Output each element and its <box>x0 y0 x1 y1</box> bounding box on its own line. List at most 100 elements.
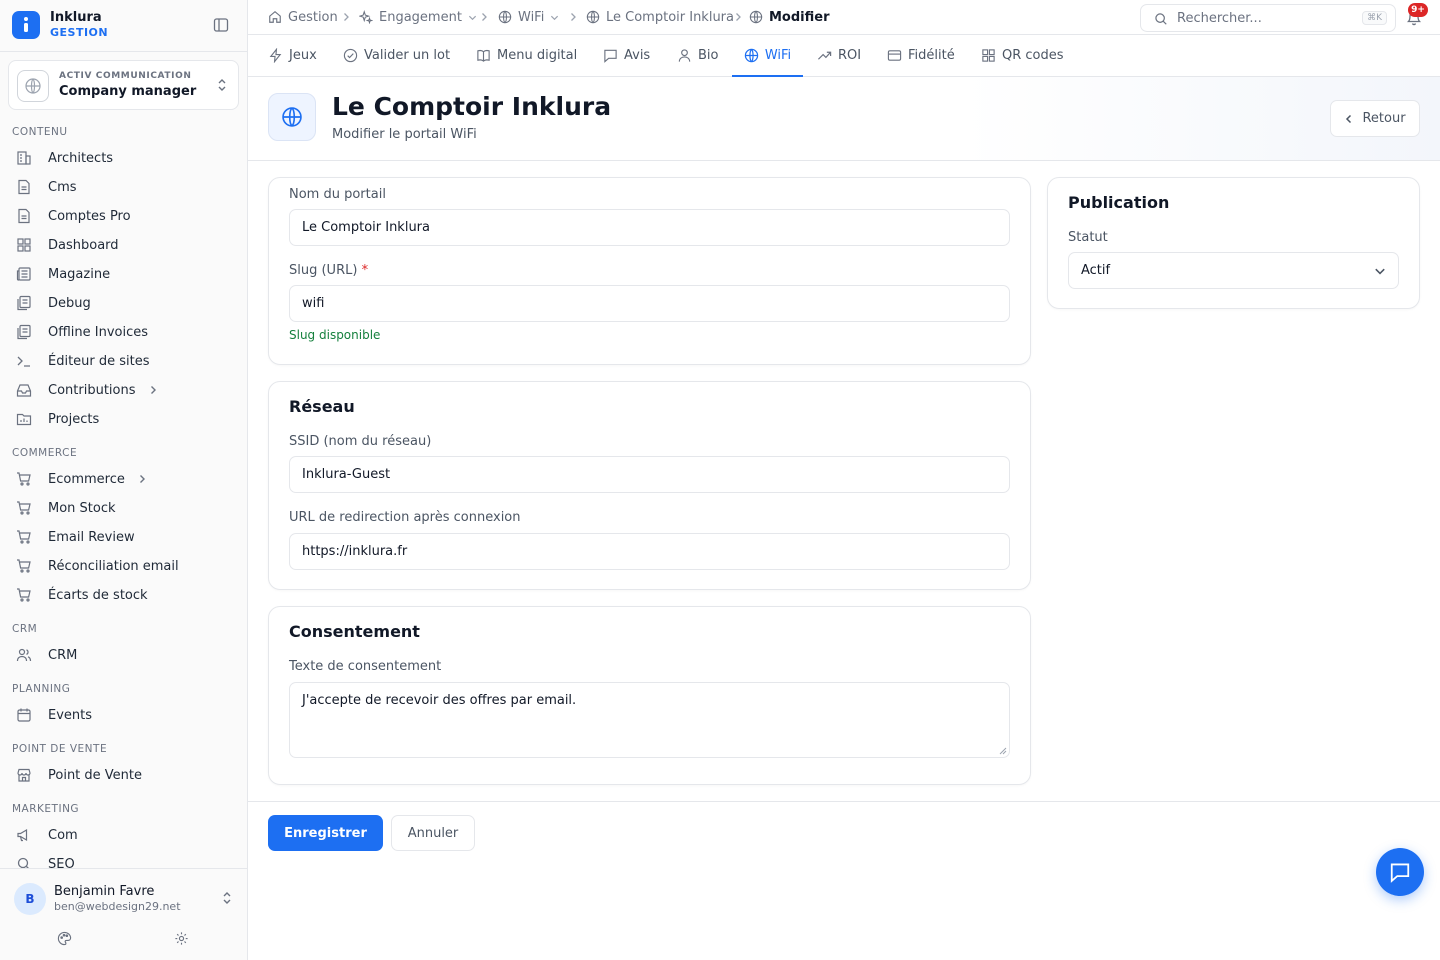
search-input[interactable]: Rechercher... ⌘K <box>1140 4 1396 32</box>
cart-icon <box>17 472 31 486</box>
globe-icon <box>268 93 316 141</box>
chat-button[interactable] <box>1376 848 1424 896</box>
sidebar-item-reconciliation-email[interactable]: Réconciliation email <box>8 553 239 579</box>
tab-wifi[interactable]: WiFi <box>732 35 803 77</box>
nav-section-crm: CRM <box>12 623 38 635</box>
sidebar-item-label: Email Review <box>48 529 135 545</box>
sidebar-item-cms[interactable]: Cms <box>8 174 239 200</box>
home-icon <box>269 11 281 23</box>
breadcrumb-label: Le Comptoir Inklura <box>606 9 734 25</box>
sidebar-item-contributions[interactable]: Contributions <box>8 377 239 403</box>
chevron-right-icon <box>344 13 349 21</box>
sidebar-item-ecarts-de-stock[interactable]: Écarts de stock <box>8 582 239 608</box>
breadcrumb-gestion[interactable]: Gestion <box>268 0 338 34</box>
chevron-right-icon <box>139 475 145 483</box>
search-icon <box>1155 13 1167 25</box>
notification-badge: 9+ <box>1408 3 1428 17</box>
user-name: Benjamin Favre <box>54 884 155 899</box>
consent-title: Consentement <box>289 622 420 641</box>
tab-roi[interactable]: ROI <box>817 35 861 76</box>
portal-name-input[interactable]: Le Comptoir Inklura <box>289 209 1010 246</box>
redirect-url-input[interactable]: https://inklura.fr <box>289 533 1010 570</box>
tab-label: Avis <box>624 48 651 63</box>
check-circle-icon <box>343 48 358 63</box>
redirect-url-label: URL de redirection après connexion <box>289 510 521 525</box>
save-button[interactable]: Enregistrer <box>268 815 383 851</box>
sidebar-item-label: Point de Vente <box>48 767 143 783</box>
sidebar-item-mon-stock[interactable]: Mon Stock <box>8 495 239 521</box>
sidebar-item-ecommerce[interactable]: Ecommerce <box>8 466 239 492</box>
sidebar-item-debug[interactable]: Debug <box>8 290 239 316</box>
organization-name: Company manager <box>59 84 197 99</box>
credit-card-icon <box>887 50 902 61</box>
tab-avis[interactable]: Avis <box>603 35 650 76</box>
tab-label: WiFi <box>764 47 792 63</box>
cart-icon <box>17 501 31 515</box>
gear-icon[interactable] <box>174 931 189 946</box>
globe-icon <box>498 10 512 24</box>
sidebar-item-label: Dashboard <box>48 237 119 253</box>
tab-qr-codes[interactable]: QR codes <box>981 35 1064 76</box>
chat-icon <box>1390 863 1410 883</box>
sidebar-item-label: Architects <box>48 150 114 166</box>
chevron-right-icon <box>571 13 576 21</box>
nav-section-marketing: MARKETING <box>12 803 80 815</box>
chevron-right-icon <box>150 386 156 394</box>
store-icon <box>17 768 31 782</box>
chevron-down-icon <box>551 15 559 20</box>
slug-input[interactable]: wifi <box>289 285 1010 322</box>
document-icon <box>18 208 30 224</box>
message-icon <box>604 49 617 63</box>
sidebar-item-dashboard[interactable]: Dashboard <box>8 232 239 258</box>
resize-handle-icon[interactable] <box>999 747 1007 755</box>
sidebar-item-offline-invoices[interactable]: Offline Invoices <box>8 319 239 345</box>
page-title: Le Comptoir Inklura <box>332 92 612 121</box>
sidebar-item-label: Magazine <box>48 266 111 282</box>
tab-jeux[interactable]: Jeux <box>268 35 317 76</box>
user-menu[interactable]: B Benjamin Favre ben@webdesign29.net <box>0 868 247 960</box>
sidebar-item-email-review[interactable]: Email Review <box>8 524 239 550</box>
status-value: Actif <box>1081 263 1111 278</box>
sidebar-item-projects[interactable]: Projects <box>8 406 239 432</box>
breadcrumb-le-comptoir-inklura[interactable]: Le Comptoir Inklura <box>586 0 734 34</box>
chevron-right-icon <box>482 13 487 21</box>
user-email: ben@webdesign29.net <box>54 900 181 913</box>
inbox-icon <box>16 384 32 397</box>
palette-icon[interactable] <box>57 931 72 946</box>
sidebar-item-comptes-pro[interactable]: Comptes Pro <box>8 203 239 229</box>
breadcrumb-wifi[interactable]: WiFi <box>498 0 559 34</box>
organization-switcher[interactable]: ACTIV COMMUNICATION Company manager <box>8 60 239 110</box>
calendar-icon <box>17 708 31 722</box>
folder-icon <box>16 413 32 426</box>
tab-menu-digital[interactable]: Menu digital <box>476 35 577 76</box>
sidebar-item-label: Mon Stock <box>48 500 116 516</box>
consent-text: J'accepte de recevoir des offres par ema… <box>302 693 577 708</box>
slug-label: Slug (URL) * <box>289 263 368 278</box>
back-button[interactable]: Retour <box>1330 100 1420 137</box>
consent-textarea[interactable]: J'accepte de recevoir des offres par ema… <box>289 682 1010 758</box>
sidebar-item-magazine[interactable]: Magazine <box>8 261 239 287</box>
sidebar-item-events[interactable]: Events <box>8 702 239 728</box>
tab-bio[interactable]: Bio <box>677 35 718 76</box>
cancel-button[interactable]: Annuler <box>391 815 475 851</box>
consent-label: Texte de consentement <box>289 659 442 674</box>
sidebar-item-point-de-vente[interactable]: Point de Vente <box>8 762 239 788</box>
sidebar-item-architects[interactable]: Architects <box>8 145 239 171</box>
tab-fidelite[interactable]: Fidélité <box>887 35 955 76</box>
search-shortcut: ⌘K <box>1362 11 1387 25</box>
sidebar-item-label: Com <box>48 827 78 843</box>
building-icon <box>17 151 31 165</box>
sidebar-toggle-icon[interactable] <box>213 17 229 33</box>
sidebar-item-editeur-de-sites[interactable]: Éditeur de sites <box>8 348 239 374</box>
slug-status: Slug disponible <box>289 328 381 342</box>
ssid-input[interactable]: Inklura-Guest <box>289 456 1010 493</box>
breadcrumb-engagement[interactable]: Engagement <box>359 0 477 34</box>
tab-bar: Jeux Valider un lot Menu digital Avis Bi… <box>248 35 1440 77</box>
status-select[interactable]: Actif <box>1068 252 1399 289</box>
tab-valider-un-lot[interactable]: Valider un lot <box>343 35 450 76</box>
sidebar-item-crm[interactable]: CRM <box>8 642 239 668</box>
network-card: Réseau SSID (nom du réseau) Inklura-Gues… <box>268 381 1031 590</box>
nav-section-planning: PLANNING <box>12 683 71 695</box>
tab-label: Valider un lot <box>364 48 451 63</box>
sidebar-item-com[interactable]: Com <box>8 822 239 848</box>
